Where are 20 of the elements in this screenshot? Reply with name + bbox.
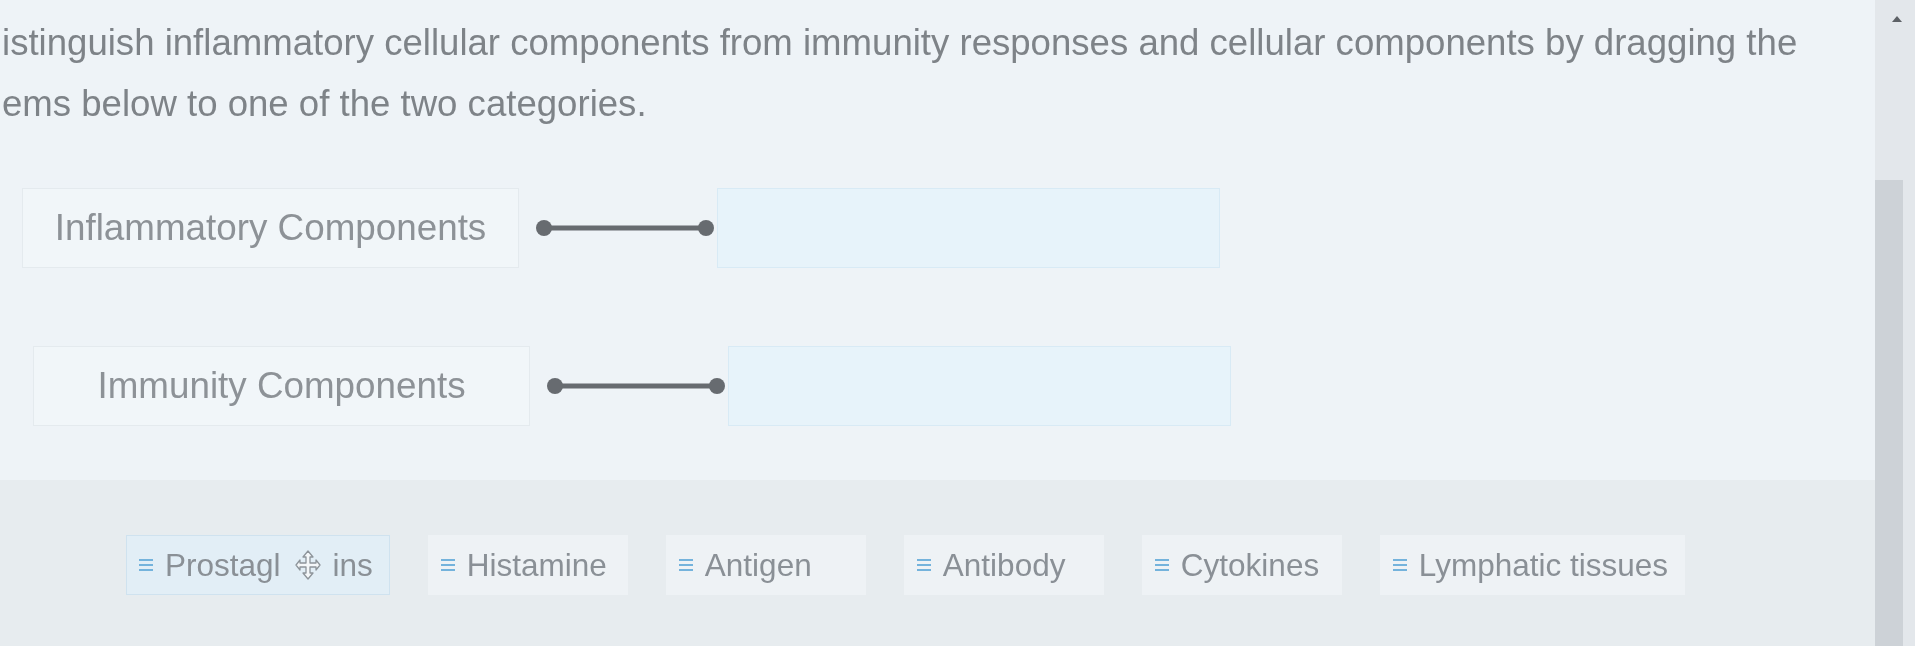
drag-handle-icon (139, 558, 153, 572)
drag-handle-icon (916, 558, 931, 572)
move-cursor-icon (294, 550, 321, 580)
category-label: Immunity Components (33, 346, 530, 426)
drag-handle-icon (440, 558, 455, 572)
instruction-line: ems below to one of the two categories. (2, 82, 648, 126)
scrollbar[interactable] (1875, 0, 1915, 646)
drag-handle-icon (1154, 558, 1169, 572)
category-label: Inflammatory Components (22, 188, 519, 268)
scrollbar-thumb[interactable] (1875, 180, 1903, 646)
drag-handle-icon (1392, 558, 1407, 572)
draggable-item[interactable]: Cytokines (1141, 535, 1342, 595)
instruction-line: istinguish inflammatory cellular components from immunity responses and cellular components by dragging the (2, 21, 1799, 65)
scroll-up-icon[interactable] (1892, 16, 1902, 22)
draggable-item[interactable]: Antibody (903, 535, 1104, 595)
drag-handle-icon (678, 558, 693, 572)
draggable-item[interactable]: Lymphatic tissues (1379, 535, 1686, 595)
draggable-item[interactable]: Antigen (665, 535, 866, 595)
draggable-item[interactable]: Prostagl ins (126, 535, 390, 595)
draggable-item[interactable]: Histamine (427, 535, 628, 595)
